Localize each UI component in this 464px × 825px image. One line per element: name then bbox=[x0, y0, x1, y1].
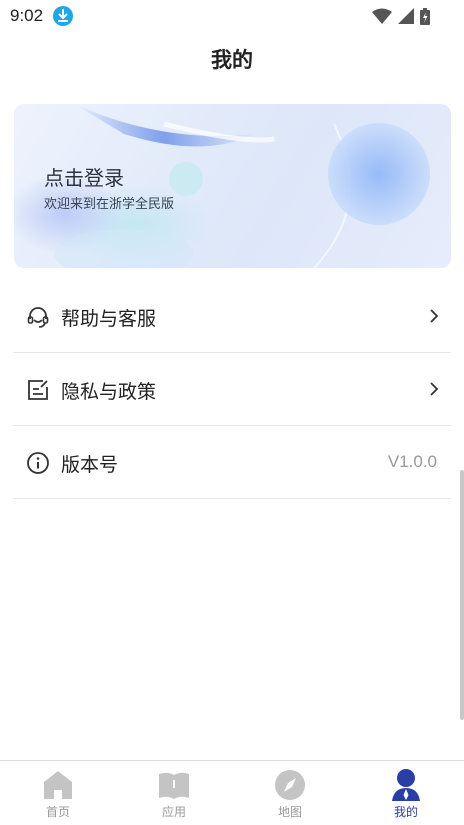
nav-item-map[interactable]: 地图 bbox=[232, 761, 348, 825]
menu-item-version: 版本号 V1.0.0 bbox=[13, 426, 451, 499]
version-value: V1.0.0 bbox=[387, 452, 437, 471]
page-title: 我的 bbox=[211, 48, 253, 72]
nav-label-home: 首页 bbox=[45, 805, 70, 819]
home-icon bbox=[44, 771, 72, 799]
scrollbar[interactable] bbox=[460, 470, 464, 720]
nav-label-apps: 应用 bbox=[161, 805, 186, 819]
status-indicators bbox=[372, 7, 430, 25]
wifi-icon bbox=[372, 8, 392, 24]
download-icon bbox=[53, 6, 73, 26]
settings-menu: 帮助与客服 隐私与政策 版本号 V1.0.0 bbox=[13, 280, 451, 499]
nav-item-home[interactable]: 首页 bbox=[0, 761, 116, 825]
headset-icon bbox=[27, 307, 49, 328]
person-icon bbox=[392, 769, 420, 801]
banner-subtitle: 欢迎来到在浙学全民版 bbox=[44, 197, 175, 212]
nav-item-apps[interactable]: 应用 bbox=[116, 761, 232, 825]
nav-label-map: 地图 bbox=[277, 805, 302, 819]
menu-item-privacy[interactable]: 隐私与政策 bbox=[13, 353, 451, 426]
book-icon bbox=[159, 772, 189, 799]
menu-label-version: 版本号 bbox=[61, 454, 119, 476]
status-time: 9:02 bbox=[10, 6, 44, 25]
nav-label-mine: 我的 bbox=[393, 805, 418, 819]
compass-icon bbox=[275, 770, 305, 800]
chevron-right-icon bbox=[430, 382, 439, 396]
menu-label-privacy: 隐私与政策 bbox=[61, 381, 157, 403]
login-banner[interactable]: 点击登录 欢迎来到在浙学全民版 bbox=[14, 104, 451, 268]
chevron-right-icon bbox=[430, 309, 439, 323]
signal-icon bbox=[398, 8, 414, 24]
login-title[interactable]: 点击登录 bbox=[44, 162, 124, 191]
menu-item-help[interactable]: 帮助与客服 bbox=[13, 280, 451, 353]
edit-note-icon bbox=[28, 380, 48, 400]
battery-icon bbox=[420, 7, 430, 25]
status-bar: 9:02 bbox=[0, 0, 464, 32]
bottom-nav: 首页 应用 地图 我的 bbox=[0, 760, 464, 825]
info-icon bbox=[27, 452, 49, 474]
menu-label-help: 帮助与客服 bbox=[61, 308, 157, 330]
nav-item-mine[interactable]: 我的 bbox=[348, 761, 464, 825]
